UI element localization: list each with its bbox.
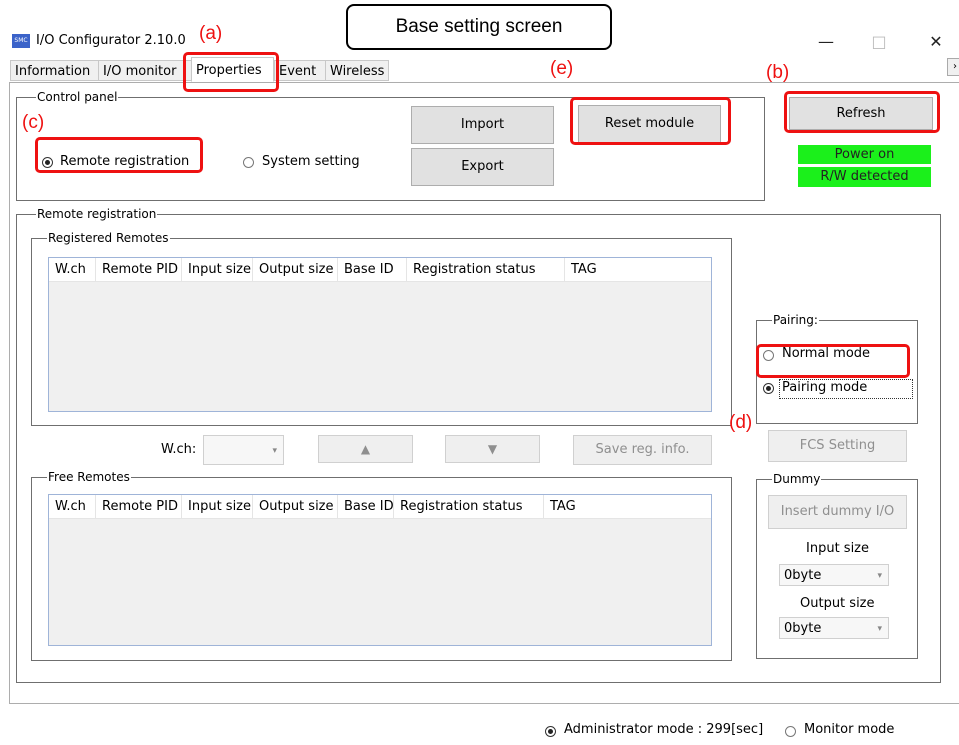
- export-button[interactable]: Export: [411, 148, 554, 186]
- pairing-mode-label[interactable]: Pairing mode: [782, 380, 867, 395]
- column-header-input-size[interactable]: Input size: [182, 495, 253, 518]
- input-size-select[interactable]: 0byte ▾: [779, 564, 889, 586]
- column-header-tag[interactable]: TAG: [565, 258, 712, 281]
- chevron-down-icon: ▾: [272, 446, 277, 456]
- wch-select[interactable]: ▾: [203, 435, 284, 465]
- column-header-registration-status[interactable]: Registration status: [394, 495, 544, 518]
- chevron-down-icon: ▾: [877, 571, 882, 581]
- highlight-box-e: [570, 97, 731, 145]
- app-icon: SMC: [12, 34, 30, 48]
- system-setting-radio[interactable]: [243, 157, 254, 168]
- administrator-mode-radio[interactable]: [545, 726, 556, 737]
- tab-io-monitor[interactable]: I/O monitor: [98, 60, 194, 81]
- chevron-down-icon: ▾: [877, 624, 882, 634]
- registered-remotes-label: Registered Remotes: [47, 231, 170, 245]
- table-header: W.ch Remote PID Input size Output size B…: [49, 495, 711, 519]
- column-header-input-size[interactable]: Input size: [182, 258, 253, 281]
- column-header-tag[interactable]: TAG: [544, 495, 712, 518]
- annotation-a: (a): [199, 23, 223, 44]
- pairing-label: Pairing:: [772, 313, 819, 327]
- tab-information[interactable]: Information: [10, 60, 99, 81]
- column-header-wch[interactable]: W.ch: [49, 495, 96, 518]
- highlight-box-c: [35, 137, 203, 173]
- column-header-output-size[interactable]: Output size: [253, 495, 338, 518]
- dummy-label: Dummy: [772, 472, 822, 486]
- import-button[interactable]: Import: [411, 106, 554, 144]
- rw-status-indicator: R/W detected: [798, 167, 931, 187]
- monitor-mode-label[interactable]: Monitor mode: [804, 722, 894, 737]
- tab-wireless[interactable]: Wireless: [325, 60, 389, 81]
- table-header: W.ch Remote PID Input size Output size B…: [49, 258, 711, 282]
- save-reg-info-button[interactable]: Save reg. info.: [573, 435, 712, 465]
- column-header-wch[interactable]: W.ch: [49, 258, 96, 281]
- system-setting-label[interactable]: System setting: [262, 154, 360, 169]
- power-status-indicator: Power on: [798, 145, 931, 164]
- annotation-b: (b): [766, 62, 790, 83]
- free-remotes-table[interactable]: W.ch Remote PID Input size Output size B…: [48, 494, 712, 646]
- annotation-c: (c): [22, 112, 45, 133]
- wch-label: W.ch:: [161, 442, 197, 457]
- column-header-base-id[interactable]: Base ID: [338, 495, 394, 518]
- input-size-label: Input size: [806, 541, 870, 556]
- column-header-remote-pid[interactable]: Remote PID: [96, 258, 182, 281]
- administrator-mode-label[interactable]: Administrator mode : 299[sec]: [564, 722, 763, 737]
- column-header-remote-pid[interactable]: Remote PID: [96, 495, 182, 518]
- remote-registration-group-label: Remote registration: [36, 207, 158, 221]
- tab-event[interactable]: Event: [274, 60, 326, 81]
- highlight-box-b: [784, 91, 940, 133]
- annotation-e: (e): [550, 58, 574, 79]
- control-panel-label: Control panel: [36, 90, 119, 104]
- pairing-mode-radio[interactable]: [763, 383, 774, 394]
- minimize-button[interactable]: —: [803, 28, 849, 56]
- output-size-select[interactable]: 0byte ▾: [779, 617, 889, 639]
- maximize-button[interactable]: □: [856, 28, 902, 56]
- window-title: I/O Configurator 2.10.0: [36, 33, 186, 48]
- move-up-button[interactable]: ▲: [318, 435, 413, 463]
- registered-remotes-table[interactable]: W.ch Remote PID Input size Output size B…: [48, 257, 712, 412]
- column-header-output-size[interactable]: Output size: [253, 258, 338, 281]
- highlight-box-d: [756, 344, 910, 378]
- column-header-registration-status[interactable]: Registration status: [407, 258, 565, 281]
- column-header-base-id[interactable]: Base ID: [338, 258, 407, 281]
- tab-scroll-right-icon[interactable]: ›: [947, 58, 959, 76]
- close-button[interactable]: ✕: [913, 28, 959, 56]
- move-down-button[interactable]: ▼: [445, 435, 540, 463]
- free-remotes-label: Free Remotes: [47, 470, 131, 484]
- input-size-value: 0byte: [784, 568, 822, 583]
- monitor-mode-radio[interactable]: [785, 726, 796, 737]
- output-size-value: 0byte: [784, 621, 822, 636]
- highlight-box-a: [183, 52, 279, 92]
- annotation-d: (d): [729, 412, 753, 433]
- output-size-label: Output size: [800, 596, 875, 611]
- fcs-setting-button[interactable]: FCS Setting: [768, 430, 907, 462]
- insert-dummy-io-button[interactable]: Insert dummy I/O: [768, 495, 907, 529]
- base-setting-screen-callout: Base setting screen: [346, 4, 612, 50]
